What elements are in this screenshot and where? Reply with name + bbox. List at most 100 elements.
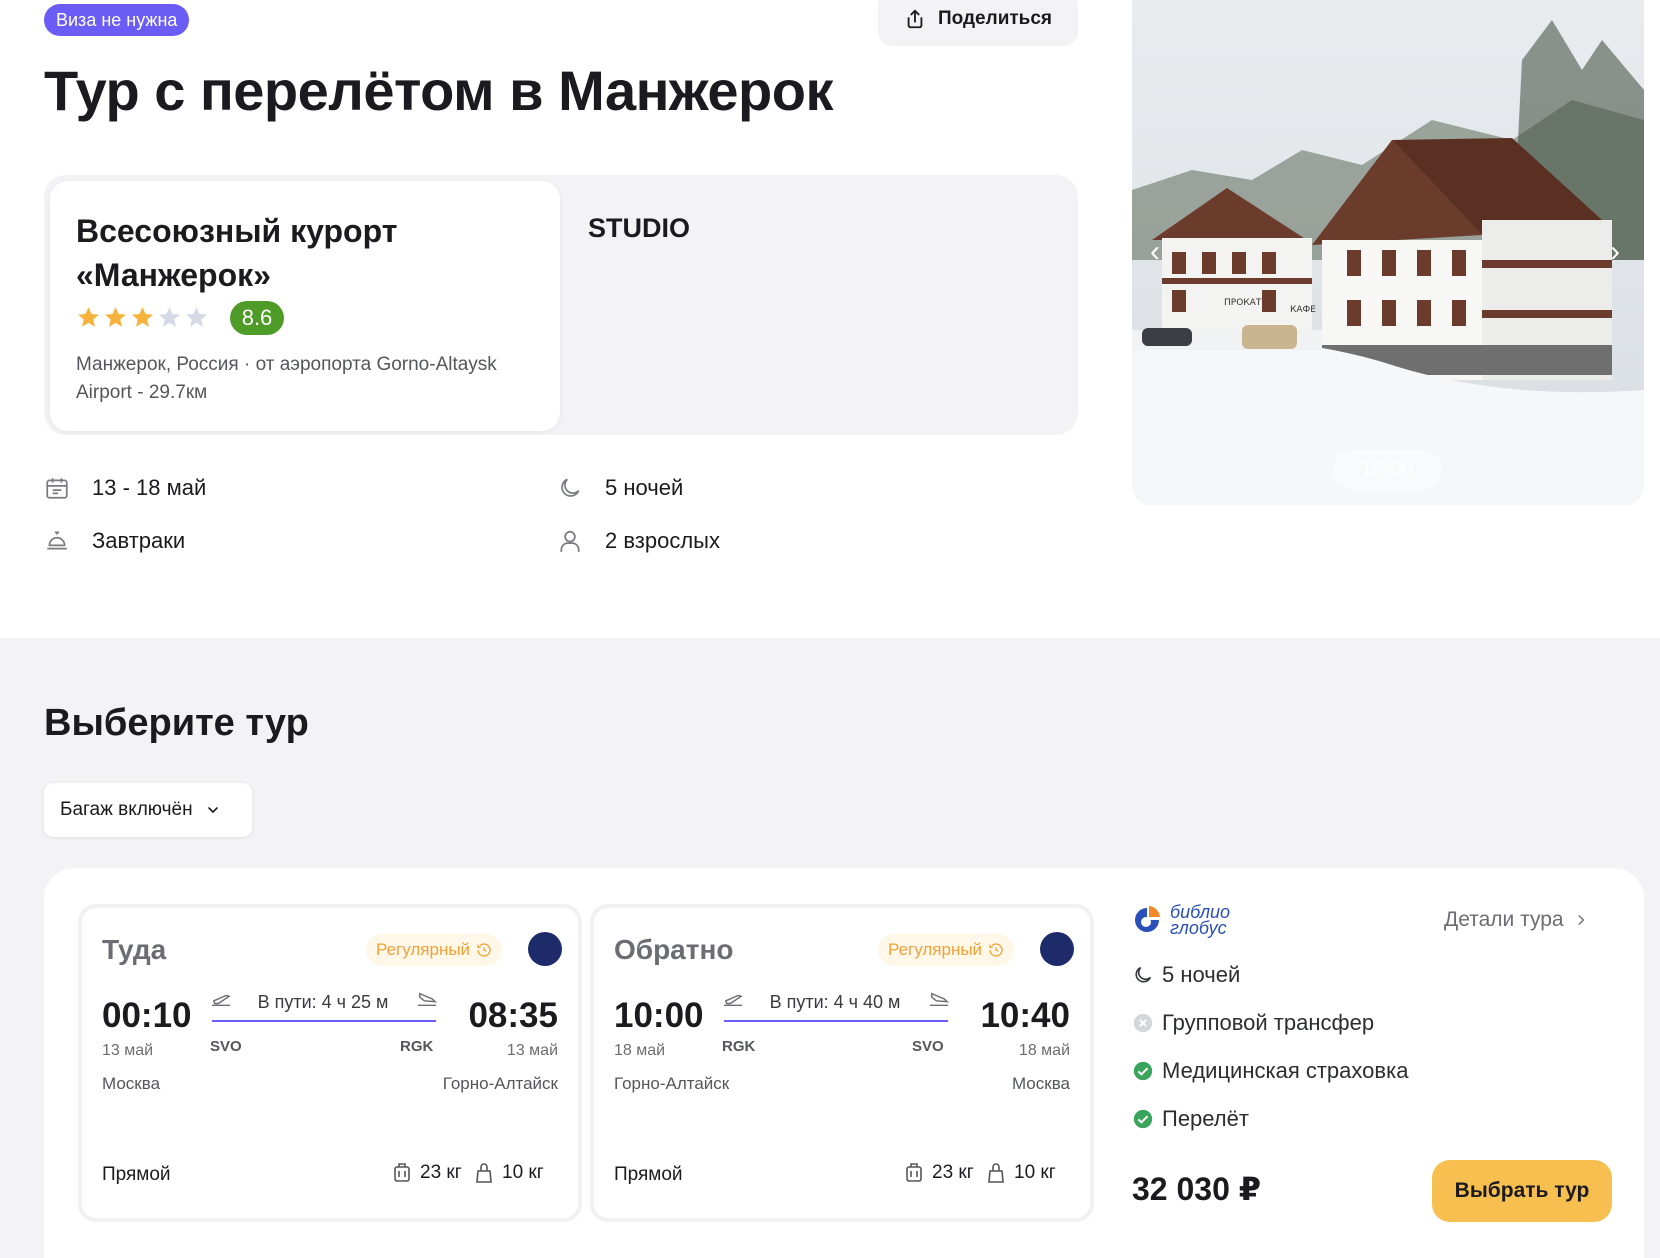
trip-guests: 2 взрослых (557, 528, 720, 554)
feature-label: Групповой трансфер (1162, 1010, 1375, 1035)
flight-return[interactable]: Обратно Регулярный 10:00 В пути: 4 ч 40 … (590, 904, 1094, 1222)
history-icon (477, 943, 491, 957)
departure-time: 10:00 (614, 996, 704, 1035)
hand-baggage-weight: 10 кг (1014, 1162, 1056, 1183)
trip-meals-text: Завтраки (92, 528, 186, 553)
checked-baggage: 23 кг (392, 1162, 462, 1184)
suitcase-icon (394, 1163, 410, 1182)
flight-kind: Прямой (102, 1164, 171, 1185)
baggage-filter-label: Багаж включён (60, 799, 193, 820)
hand-bag-icon (476, 1163, 492, 1183)
hand-bag-icon (988, 1163, 1004, 1183)
chevron-down-icon (207, 807, 218, 814)
photo-sign-rental: ПРОКАТ (1224, 298, 1262, 308)
hero-section: Виза не нужна Поделиться Тур с перелётом… (0, 0, 1660, 638)
trip-meals: Завтраки (44, 528, 185, 554)
photo-next-icon[interactable]: › (1610, 235, 1620, 269)
feature-label: Медицинская страховка (1162, 1058, 1409, 1083)
flight-direction: Обратно (614, 934, 734, 965)
arrival-date: 18 май (1018, 1042, 1070, 1059)
feature-label: Перелёт (1162, 1106, 1249, 1131)
tour-price: 32 030 ₽ (1132, 1171, 1262, 1207)
operator-logo-icon (1135, 906, 1160, 932)
meal-bell-icon (47, 531, 67, 550)
feature-label: 5 ночей (1162, 962, 1241, 987)
photo-sign-cafe: КАФЕ (1290, 305, 1316, 315)
operator-name-line2: глобус (1170, 918, 1227, 938)
check-circle-icon (1133, 1061, 1153, 1081)
operator-name: библио глобус (1170, 903, 1230, 938)
share-icon (907, 9, 923, 29)
departure-city: Горно-Алтайск (614, 1074, 730, 1093)
history-icon (989, 943, 1003, 957)
chevron-right-icon (1578, 915, 1584, 925)
flight-direction: Туда (102, 934, 167, 965)
flight-duration: В пути: 4 ч 25 м (257, 992, 389, 1012)
visa-badge: Виза не нужна (44, 4, 190, 36)
photo-prev-icon[interactable]: ‹ (1150, 235, 1160, 269)
flight-type-badge: Регулярный (878, 934, 1015, 966)
star-filled-icon (78, 307, 99, 327)
arrival-city: Горно-Алтайск (442, 1074, 558, 1093)
tour-details-label: Детали тура (1444, 908, 1564, 931)
hand-baggage: 10 кг (474, 1162, 544, 1184)
departure-time: 00:10 (102, 996, 192, 1035)
star-filled-icon (105, 307, 126, 327)
flight-type-label: Регулярный (888, 940, 983, 959)
hand-baggage: 10 кг (986, 1162, 1056, 1184)
flight-kind: Прямой (614, 1164, 683, 1185)
checked-baggage-weight: 23 кг (420, 1162, 462, 1183)
arrival-date: 13 май (506, 1042, 558, 1059)
arrival-city: Москва (1011, 1074, 1070, 1093)
star-empty-icon (159, 307, 180, 327)
airline-logo-icon (1040, 932, 1074, 966)
share-button[interactable]: Поделиться (878, 0, 1078, 46)
hand-baggage-weight: 10 кг (502, 1162, 544, 1183)
operator-logo: библио глобус (1132, 903, 1230, 938)
checked-baggage: 23 кг (904, 1162, 974, 1184)
arrival-airport-code: RGK (400, 1038, 434, 1055)
suitcase-icon (906, 1163, 922, 1182)
cross-circle-icon (1133, 1013, 1153, 1033)
select-tour-button[interactable]: Выбрать тур (1432, 1160, 1612, 1222)
departure-airport-code: RGK (722, 1038, 756, 1055)
hotel-card[interactable]: Всесоюзный курорт «Манжерок» 8.6 Манжеро… (50, 181, 560, 431)
moon-icon (1135, 966, 1152, 983)
hotel-panel: Всесоюзный курорт «Манжерок» 8.6 Манжеро… (44, 175, 1078, 435)
flight-type-label: Регулярный (376, 940, 471, 959)
feature-transfer: Групповой трансфер (1132, 1010, 1374, 1036)
hotel-photo-gallery[interactable]: ПРОКАТ КАФЕ ‹ › 1/200 (1132, 0, 1644, 505)
trip-nights: 5 ночей (557, 475, 683, 501)
room-type: STUDIO (588, 213, 691, 243)
page-title: Тур с перелётом в Манжерок (44, 59, 833, 122)
person-icon (560, 530, 580, 552)
flight-outbound[interactable]: Туда Регулярный 00:10 В пути: 4 ч 25 м 0… (78, 904, 582, 1222)
trip-dates-text: 13 - 18 май (92, 475, 207, 500)
feature-flight: Перелёт (1132, 1106, 1249, 1132)
check-circle-icon (1133, 1109, 1153, 1129)
arrival-time: 10:40 (980, 996, 1070, 1035)
route-line (724, 1020, 948, 1022)
airline-logo-icon (528, 932, 562, 966)
trip-nights-text: 5 ночей (605, 475, 684, 500)
flight-type-badge: Регулярный (366, 934, 503, 966)
tour-card: Туда Регулярный 00:10 В пути: 4 ч 25 м 0… (44, 868, 1644, 1258)
trip-guests-text: 2 взрослых (605, 528, 720, 553)
baggage-filter-dropdown[interactable]: Багаж включён (44, 783, 252, 837)
hotel-name[interactable]: Всесоюзный курорт «Манжерок» (76, 209, 536, 297)
arrival-time: 08:35 (468, 996, 558, 1035)
departure-city: Москва (102, 1074, 161, 1093)
rating-badge: 8.6 (230, 301, 284, 335)
tour-details-link[interactable]: Детали тура (1444, 908, 1588, 932)
trip-dates: 13 - 18 май (44, 475, 206, 501)
photo-counter: 1/200 (1332, 450, 1442, 490)
feature-nights: 5 ночей (1132, 962, 1240, 988)
flight-duration: В пути: 4 ч 40 м (769, 992, 901, 1012)
share-label: Поделиться (937, 8, 1053, 29)
tour-section-title: Выберите тур (44, 702, 309, 744)
star-empty-icon (186, 307, 207, 327)
feature-insurance: Медицинская страховка (1132, 1058, 1408, 1084)
hotel-stars (76, 305, 209, 330)
departure-date: 18 май (614, 1042, 666, 1059)
arrival-airport-code: SVO (912, 1038, 944, 1055)
